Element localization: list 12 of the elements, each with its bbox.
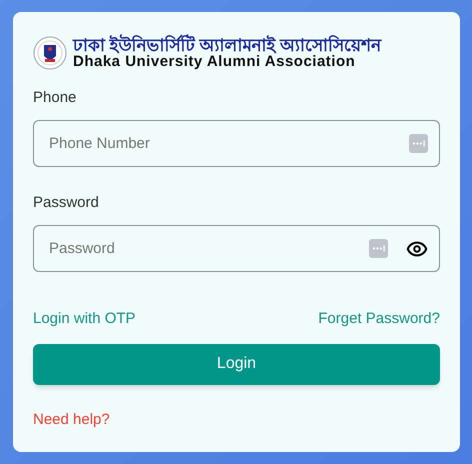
otp-login-link[interactable]: Login with OTP — [33, 308, 136, 330]
logo-title: Dhaka University Alumni Association — [73, 54, 356, 69]
field-label: Phone — [33, 88, 78, 108]
autofill-icon[interactable] — [409, 134, 428, 153]
phone-field[interactable]: Phone Number — [33, 120, 440, 167]
emblem-icon — [33, 36, 67, 70]
autofill-icon[interactable] — [369, 239, 388, 258]
forgot-password-link[interactable]: Forget Password? — [318, 308, 440, 330]
help-link[interactable]: Need help? — [33, 410, 110, 428]
login-button[interactable]: Login — [33, 344, 440, 384]
password-field[interactable]: Password — [33, 225, 440, 272]
field-label: Password — [33, 193, 100, 213]
